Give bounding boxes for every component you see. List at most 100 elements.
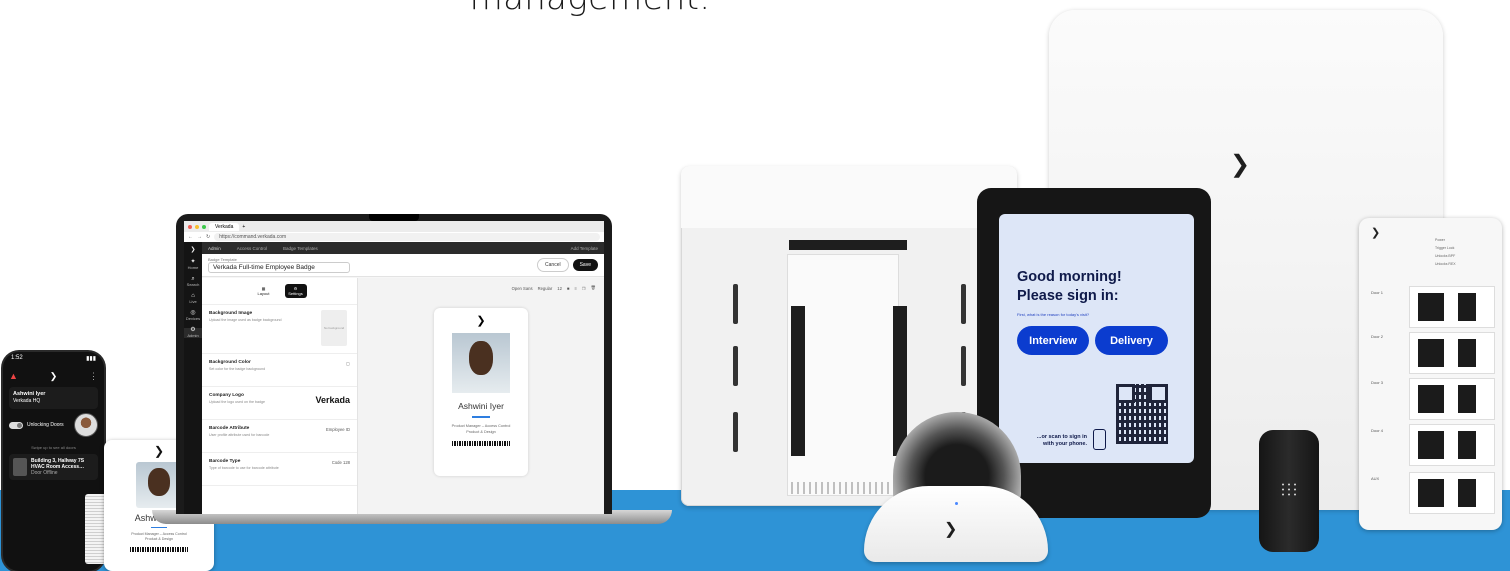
setting-barcode-type: Barcode Type Type of barcode to use for … [202, 453, 357, 486]
font-family-select[interactable]: Open Sans [512, 286, 533, 291]
setting-desc: Set color for the badge background [209, 367, 266, 371]
sidebar-logo-icon[interactable]: ❯ [190, 247, 195, 253]
browser-tab-strip: Verkada + [184, 221, 604, 232]
qr-code-icon[interactable] [1116, 384, 1168, 444]
laptop-screen: Verkada + ← → ↻ https://command.verkada.… [184, 221, 604, 514]
tab-label: Settings [288, 291, 303, 296]
menu-icon[interactable]: ⋮ [89, 371, 98, 382]
delete-icon[interactable]: 🗑 [591, 285, 596, 291]
add-template-button[interactable]: Add Template [571, 246, 598, 251]
unlock-toggle[interactable] [9, 421, 23, 429]
lock-icon[interactable]: ▲ [9, 371, 18, 381]
verkada-logo-icon: ❯ [1230, 151, 1251, 178]
sidebar-item-live[interactable]: ⌂ Live [189, 293, 196, 304]
align-icon[interactable]: ≡ [574, 286, 576, 291]
mobile-phone-icon [1093, 429, 1106, 450]
breadcrumb-item[interactable]: Badge Templates [283, 246, 318, 251]
minimize-window-icon[interactable] [195, 224, 199, 229]
preview-name: Ashwini Iyer [458, 401, 504, 411]
forward-icon[interactable]: → [197, 234, 202, 240]
color-swatch-icon[interactable]: ■ [567, 286, 570, 291]
badge-preview[interactable]: ❯ Ashwini Iyer Product Manager – Access … [434, 308, 528, 476]
sidebar-item-home[interactable]: ✦ Home [187, 259, 199, 270]
door-thumbnail [13, 458, 27, 476]
avatar [74, 413, 98, 437]
background-upload[interactable]: No background [321, 310, 347, 346]
phone-app-header: ▲ ❯ ⋮ [3, 369, 104, 383]
badge-divider [151, 527, 167, 528]
setting-barcode-attribute: Barcode Attribute User profile attribute… [202, 420, 357, 453]
sidebar-item-label: Search [186, 282, 200, 287]
back-icon[interactable]: ← [188, 234, 193, 240]
template-name-input[interactable]: Verkada Full-time Employee Badge [208, 262, 350, 273]
visit-reason: First, what is the reason for today's vi… [1017, 312, 1090, 317]
setting-background-image: Background Image Upload the image used a… [202, 305, 357, 354]
save-button[interactable]: Save [572, 259, 598, 271]
unlock-row[interactable]: Unlocking Doors [9, 413, 98, 437]
tab-settings[interactable]: ⚙ Settings [284, 284, 307, 298]
led-label: Unlocks REX [1435, 262, 1456, 266]
setting-title: Barcode Type [209, 459, 241, 464]
new-tab-icon[interactable]: + [242, 224, 245, 230]
terminal-block [893, 306, 907, 456]
status-leds: Power Trigger Lock Unlocks BPF Unlocks R… [1435, 236, 1456, 268]
breadcrumb-item[interactable]: Admin [208, 246, 221, 251]
controller-slot [733, 346, 738, 386]
template-title-bar: Badge Template Verkada Full-time Employe… [202, 254, 604, 277]
controller-slot [961, 346, 966, 386]
terminal-block [791, 306, 805, 456]
setting-company-logo: Company Logo Upload the logo used on the… [202, 387, 357, 420]
setting-desc: Type of barcode to use for barcode attri… [209, 466, 279, 470]
font-weight-select[interactable]: Regular [538, 286, 553, 291]
layer-icon[interactable]: ❐ [582, 286, 586, 291]
font-size-select[interactable]: 12 [557, 286, 562, 291]
terminal-row [1409, 332, 1495, 374]
cancel-button[interactable]: Cancel [537, 258, 569, 272]
sidebar-item-devices[interactable]: ◎ Devices [185, 310, 201, 321]
tab-label: Layout [257, 291, 270, 296]
sidebar-item-admin[interactable]: ⚙ Admin [184, 327, 202, 338]
sidebar-item-search[interactable]: ⌕ Search [186, 276, 200, 287]
command-app: ❯ ✦ Home ⌕ Search ⌂ Live ◎ Devices ⚙ Admin Ad… [184, 242, 604, 514]
controller-header [681, 166, 1017, 228]
delivery-button[interactable]: Delivery [1095, 326, 1168, 355]
phone-user-location: Verkada HQ [13, 398, 41, 404]
barcode-type-select[interactable]: Code 128 [332, 460, 350, 465]
terminal-row [1409, 424, 1495, 466]
setting-background-color: Background Color Set color for the badge… [202, 354, 357, 387]
app-sidebar: ❯ ✦ Home ⌕ Search ⌂ Live ◎ Devices ⚙ Admin [184, 242, 202, 514]
terminal-block [789, 240, 907, 250]
door-name: Building 3, Hallway 7S HVAC Room Access… [31, 458, 85, 470]
signal-icon: ▮▮▮ [86, 356, 96, 362]
tab-layout[interactable]: ▦ Layout [253, 284, 275, 298]
led-label: Trigger Lock [1435, 246, 1455, 250]
settings-panel: ▦ Layout ⚙ Settings Background Image Uploa… [202, 278, 358, 514]
close-window-icon[interactable] [188, 224, 192, 229]
reload-icon[interactable]: ↻ [206, 234, 210, 240]
barcode-attribute-select[interactable]: Employee ID [326, 427, 350, 432]
company-logo-upload[interactable]: Verkada [315, 395, 350, 405]
browser-tab[interactable]: Verkada [209, 222, 240, 231]
laptop-notch [369, 214, 419, 221]
headline: management. [0, 0, 1180, 18]
sidebar-item-label: Home [187, 265, 199, 270]
terminal-row [1409, 472, 1495, 514]
terminal-row [1409, 378, 1495, 420]
text-toolbar: Open Sans Regular 12 ■ ≡ ❐ 🗑 [358, 278, 604, 298]
phone-status-bar: 1:52 ▮▮▮ [3, 352, 104, 369]
breadcrumb-item[interactable]: Access Control [237, 246, 267, 251]
scan-text: ...or scan to sign in with your phone. [1036, 434, 1087, 447]
prompt-line: Please sign in: [1017, 288, 1119, 304]
phone-user-card[interactable]: Ashwini Iyer Verkada HQ [9, 387, 98, 409]
sidebar-item-label: Devices [185, 316, 201, 321]
maximize-window-icon[interactable] [202, 224, 206, 229]
door-card[interactable]: Building 3, Hallway 7S HVAC Room Access…… [9, 454, 98, 480]
preview-photo [452, 333, 510, 393]
interview-button[interactable]: Interview [1017, 326, 1089, 355]
color-picker-icon[interactable]: ▢ [346, 361, 350, 366]
breadcrumb: Admin Access Control Badge Templates Add… [202, 242, 604, 254]
url-input[interactable]: https://command.verkada.com [214, 233, 600, 241]
badge-dept: Product & Design [145, 537, 173, 541]
badge-barcode [130, 547, 188, 552]
terminal-row [1409, 286, 1495, 328]
